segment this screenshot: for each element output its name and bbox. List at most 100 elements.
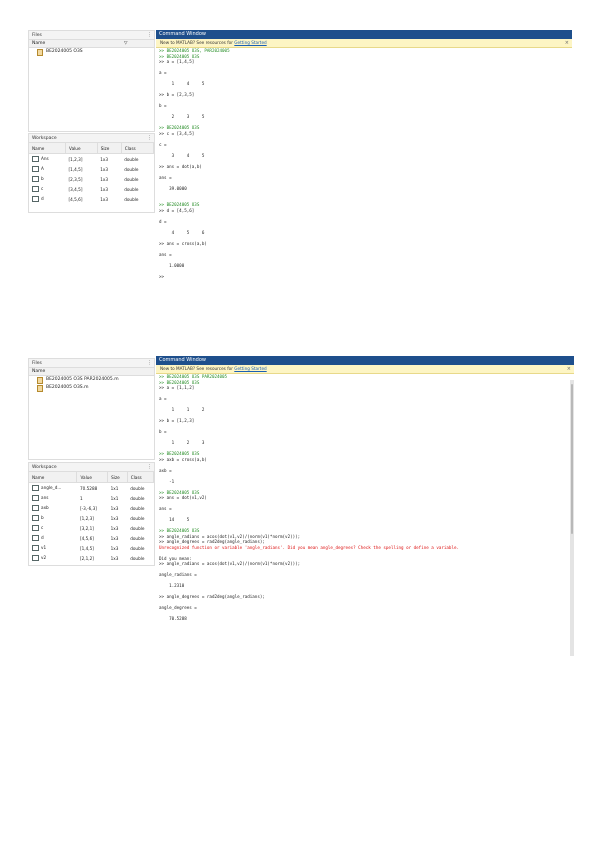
workspace-cell-name: A xyxy=(29,164,66,174)
workspace-row[interactable]: ans 1 1x1 double xyxy=(29,493,154,503)
workspace-cell-size: 1x3 xyxy=(100,176,108,182)
bottom-command-window: Command Window New to MATLAB? See resour… xyxy=(156,356,574,656)
variable-icon xyxy=(32,176,39,182)
variable-icon xyxy=(32,555,39,561)
workspace-cell-value: [2,1,2] xyxy=(79,555,94,561)
top-command-window: Command Window New to MATLAB? See resour… xyxy=(156,30,572,305)
file-item[interactable]: BE2024005 O3S xyxy=(29,48,154,56)
workspace-col-name[interactable]: Name xyxy=(29,143,67,154)
workspace-cell-size: 1x3 xyxy=(110,525,119,531)
workspace-cell-size: 1x3 xyxy=(100,166,108,172)
workspace-row[interactable]: b [1,2,3] 1x3 double xyxy=(29,513,154,523)
workspace-cell-size: 1x3 xyxy=(110,505,119,511)
workspace-cell-value: 70.5288 xyxy=(79,485,98,491)
workspace-row[interactable]: d [4,5,6] 1x3 double xyxy=(29,194,154,204)
workspace-cell-name: angle_d... xyxy=(29,483,77,494)
workspace-col-value[interactable]: Value xyxy=(76,472,109,483)
bottom-command-window-title: Command Window xyxy=(156,356,574,365)
workspace-cell-class: double xyxy=(130,525,145,531)
workspace-cell-class: double xyxy=(124,196,139,202)
workspace-cell-value: 1 xyxy=(79,495,83,501)
top-command-window-title: Command Window xyxy=(156,30,572,39)
variable-name: v2 xyxy=(41,555,47,560)
workspace-row[interactable]: angle_d... 70.5288 1x1 double xyxy=(29,483,154,494)
bottom-help-banner: New to MATLAB? See resources for Getting… xyxy=(156,365,574,374)
bottom-workspace-more-icon[interactable]: ⋮ xyxy=(147,463,152,472)
workspace-row[interactable]: v1 [1,4,5] 1x3 double xyxy=(29,543,154,553)
workspace-cell-class: double xyxy=(130,535,145,541)
bottom-banner-close-icon[interactable]: × xyxy=(567,365,571,373)
top-files-col-sort-icon[interactable]: ▽ xyxy=(124,40,127,48)
workspace-cell-value: [1,4,5] xyxy=(79,545,94,551)
bottom-workspace-title: Workspace xyxy=(32,465,57,470)
workspace-cell-size: 1x3 xyxy=(110,545,119,551)
workspace-row[interactable]: b [2,3,5] 1x3 double xyxy=(29,174,154,184)
workspace-row[interactable]: v3 [1,1,2]1x3double xyxy=(29,563,154,566)
bottom-files-col-header[interactable]: Name xyxy=(29,368,154,376)
mfile-icon xyxy=(37,376,43,384)
variable-icon xyxy=(32,545,39,551)
top-workspace-header: Workspace ⋮ xyxy=(29,134,154,143)
top-banner-close-icon[interactable]: × xyxy=(565,39,569,47)
variable-name: ans xyxy=(41,495,49,500)
file-name: BE2024005 O3S xyxy=(46,49,83,54)
workspace-row[interactable]: axb [-3,-6,3] 1x3 double xyxy=(29,503,154,513)
top-files-title: Files xyxy=(32,33,42,38)
workspace-row[interactable]: Ans [1,2,3] 1x3 double xyxy=(29,154,154,165)
workspace-cell-name: Ans xyxy=(29,154,66,165)
variable-name: d xyxy=(41,196,44,201)
top-files-col-header[interactable]: Name ▽ xyxy=(29,40,154,48)
workspace-col-value[interactable]: Value xyxy=(65,143,98,154)
workspace-cell-value: [3,4,5] xyxy=(68,186,83,192)
workspace-cell-value: [3,2,1] xyxy=(79,525,94,531)
workspace-cell-size: 1x3 xyxy=(100,196,108,202)
file-name: BE2024005 O3S PAR2024005.m xyxy=(46,377,119,382)
variable-name: Ans xyxy=(41,156,49,161)
workspace-col-name[interactable]: Name xyxy=(29,472,78,483)
workspace-cell-name: b xyxy=(29,174,66,184)
bottom-command-scroll-thumb[interactable] xyxy=(571,384,573,534)
top-help-banner: New to MATLAB? See resources for Getting… xyxy=(156,39,572,48)
workspace-row[interactable]: A [1,4,5] 1x3 double xyxy=(29,164,154,174)
file-item[interactable]: BE2024005 O3S.m xyxy=(29,384,154,392)
variable-name: d xyxy=(41,535,44,540)
bottom-command-output[interactable]: >> BE2024005 O3S PAR2024005 >> BE2024005 … xyxy=(156,374,574,622)
workspace-cell-name: axb xyxy=(29,503,77,513)
bottom-getting-started-link[interactable]: Getting Started xyxy=(234,366,266,371)
workspace-cell-value: [2,3,5] xyxy=(68,176,83,182)
bottom-command-scrollbar[interactable] xyxy=(570,380,574,656)
workspace-cell-size: 1x1 xyxy=(110,485,119,491)
workspace-cell-name: b xyxy=(29,513,77,523)
workspace-cell-class: double xyxy=(130,545,145,551)
variable-icon xyxy=(32,485,39,491)
workspace-col-size[interactable]: Size xyxy=(97,143,122,154)
top-workspace-more-icon[interactable]: ⋮ xyxy=(147,134,152,143)
variable-icon xyxy=(32,565,39,566)
top-files-more-icon[interactable]: ⋮ xyxy=(147,31,152,40)
workspace-cell-value: [1,2,3] xyxy=(68,156,83,162)
workspace-col-size[interactable]: Size xyxy=(107,472,128,483)
workspace-row[interactable]: c [3,2,1] 1x3 double xyxy=(29,523,154,533)
variable-icon xyxy=(32,186,39,192)
top-getting-started-link[interactable]: Getting Started xyxy=(234,40,266,45)
workspace-col-class[interactable]: Class xyxy=(127,472,154,483)
bottom-workspace-table-header: Name Value Size Class xyxy=(29,472,154,483)
workspace-cell-value: [1,2,3] xyxy=(79,515,94,521)
workspace-col-class[interactable]: Class xyxy=(121,143,154,154)
workspace-row[interactable]: d [4,5,6] 1x3 double xyxy=(29,533,154,543)
workspace-cell-size: 1x1 xyxy=(110,495,119,501)
top-command-output[interactable]: >> BE2024005 O3S, PAR2024005 >> BE2024005… xyxy=(156,48,572,279)
workspace-cell-name: v2 xyxy=(29,553,77,563)
bottom-workspace-panel: Workspace ⋮ Name Value Size Class angle_d..… xyxy=(28,462,155,566)
bottom-files-panel: Files ⋮ Name BE2024005 O3S PAR2024005.m B… xyxy=(28,358,155,460)
file-item[interactable]: BE2024005 O3S PAR2024005.m xyxy=(29,376,154,384)
variable-name: b xyxy=(41,515,44,520)
variable-icon xyxy=(32,505,39,511)
variable-icon xyxy=(32,495,39,501)
bottom-files-more-icon[interactable]: ⋮ xyxy=(147,359,152,368)
top-workspace-panel: Workspace ⋮ Name Value Size Class Ans [1,2,3… xyxy=(28,133,155,213)
workspace-row[interactable]: v2 [2,1,2] 1x3 double xyxy=(29,553,154,563)
workspace-row[interactable]: c [3,4,5] 1x3 double xyxy=(29,184,154,194)
workspace-cell-class: double xyxy=(130,495,145,501)
variable-name: v1 xyxy=(41,545,47,550)
